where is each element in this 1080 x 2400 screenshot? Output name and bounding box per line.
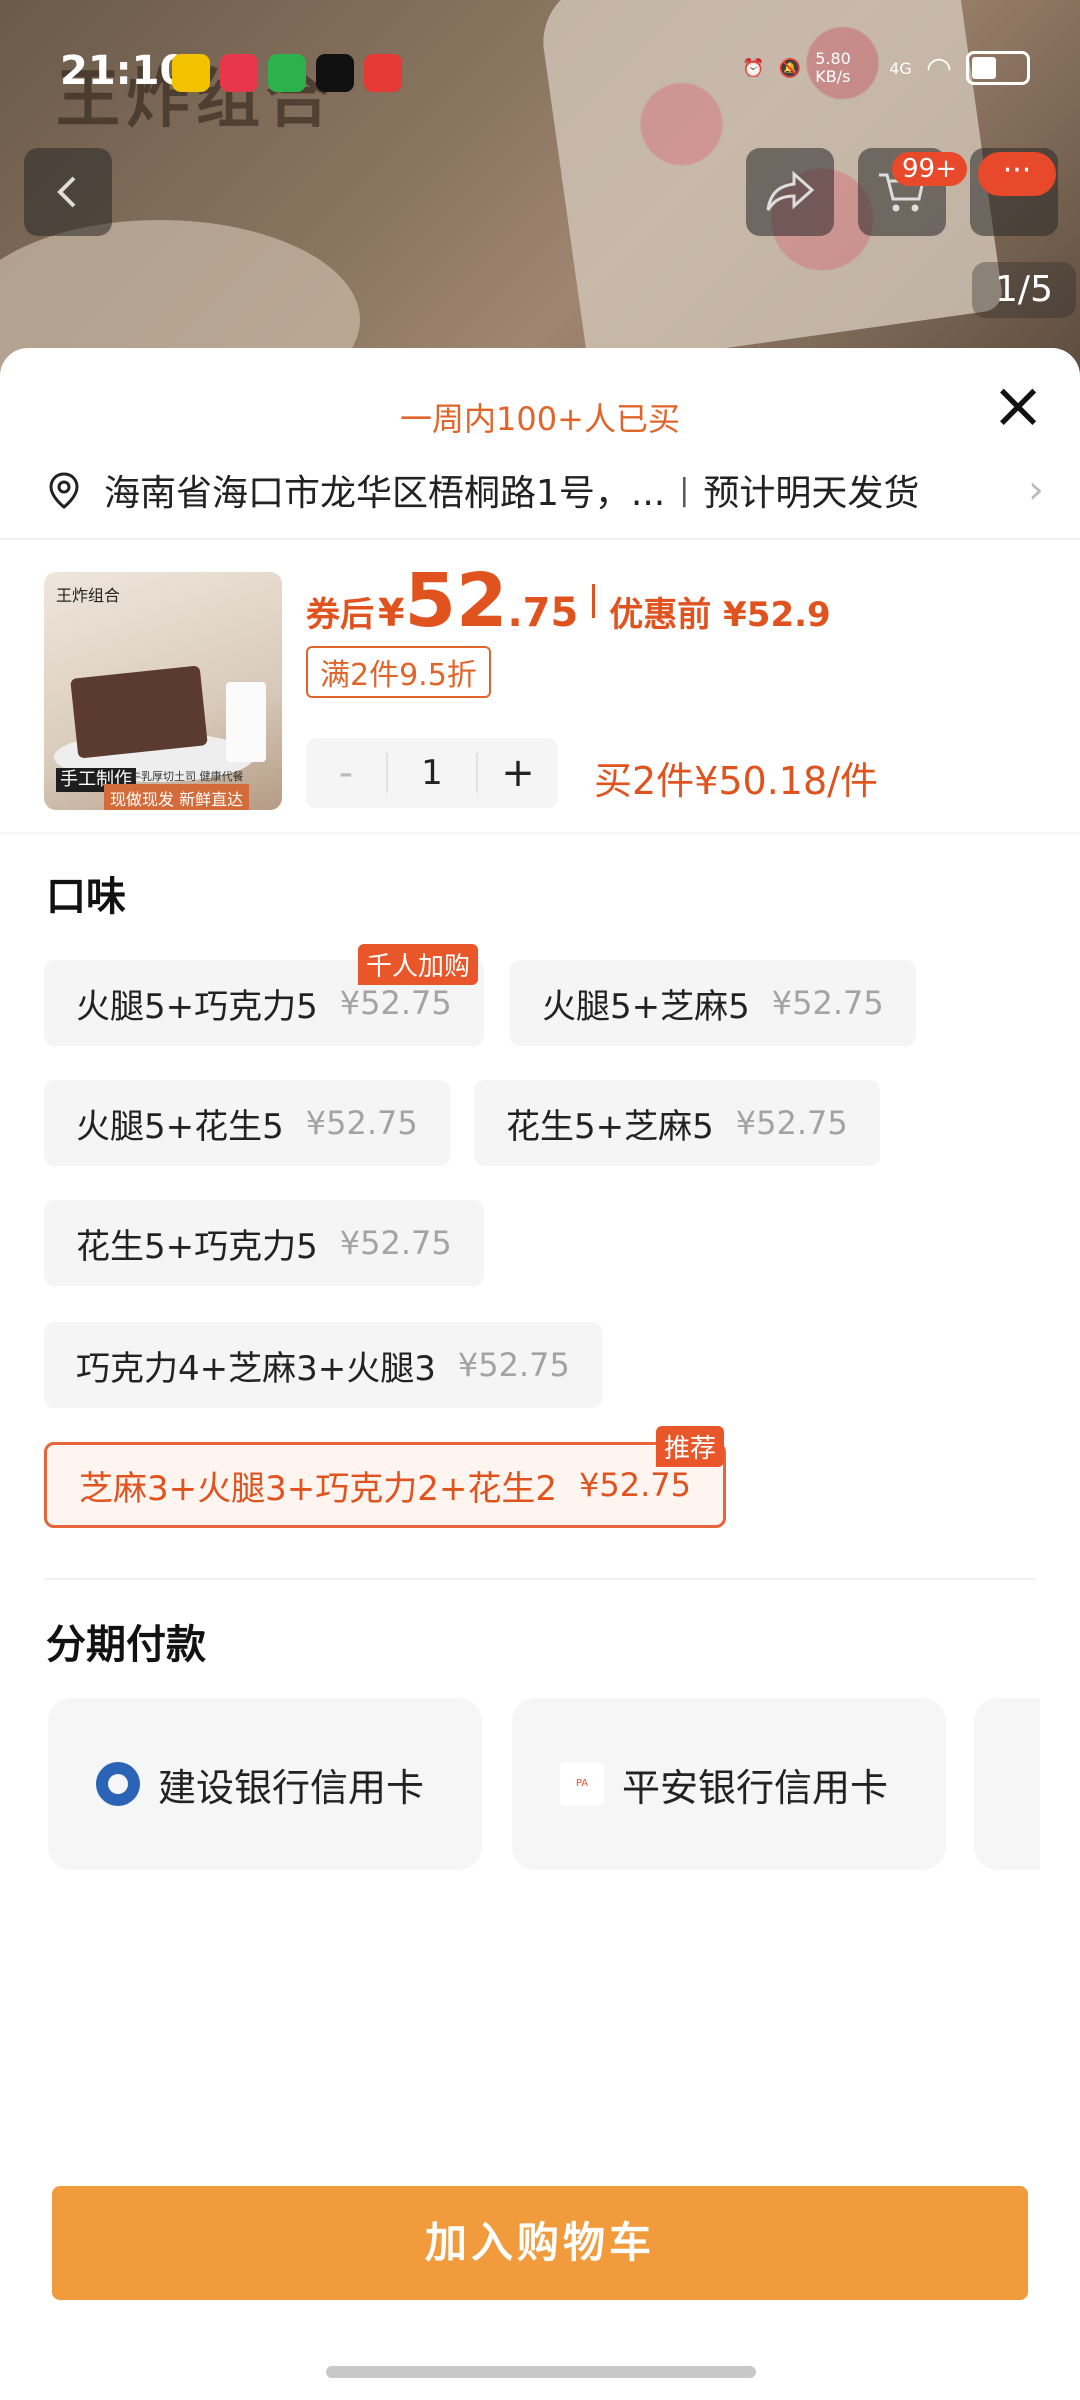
flavor-price: ¥52.75 [771, 984, 884, 1022]
image-page-indicator: 1/5 [972, 262, 1076, 318]
address-text: 海南省海口市龙华区梧桐路1号，... [104, 473, 666, 514]
pingan-logo-icon: PA [560, 1762, 604, 1806]
flavor-price: ¥52.75 [339, 984, 452, 1022]
purchase-count-text: 一周内100+人已买 [400, 400, 680, 438]
popular-tag: 千人加购 [358, 944, 479, 985]
flavor-price: ¥52.75 [339, 1224, 452, 1262]
milk-glass-shape [226, 682, 266, 762]
flavor-price: ¥52.75 [305, 1104, 418, 1142]
add-to-cart-button[interactable]: 加入购物车 [52, 2186, 1028, 2300]
flavor-price: ¥52.75 [579, 1466, 691, 1504]
close-icon[interactable]: × [988, 374, 1048, 438]
flavor-price: ¥52.75 [735, 1104, 848, 1142]
cart-count-badge: 99+ [892, 152, 967, 186]
increase-button[interactable]: + [478, 750, 558, 796]
thumbnail-subtitle: 牛乳厚切土司 健康代餐 [130, 770, 244, 783]
delivery-estimate: 预计明天发货 [703, 473, 920, 514]
thumbnail-fresh: 现做现发 新鲜直达 [104, 784, 250, 810]
before-discount-price: 优惠前 ¥52.9 [609, 595, 831, 635]
ccb-logo-icon [96, 1762, 140, 1806]
bank-option-pingan[interactable]: PA 平安银行信用卡 [512, 1698, 946, 1870]
status-bar: 21:10 ⏰ 🔕 5.80 KB/s 4G ◠ [0, 0, 1080, 140]
mute-icon: 🔕 [778, 57, 802, 79]
after-coupon-label: 券后 [306, 595, 374, 635]
status-time: 21:10 [60, 48, 188, 94]
chevron-left-icon [57, 176, 76, 208]
price-integer: 52 [404, 558, 508, 644]
flavor-option[interactable]: 火腿5+芝麻5 ¥52.75 [510, 960, 916, 1046]
flavor-name: 火腿5+芝麻5 [542, 986, 750, 1027]
flavor-price: ¥52.75 [457, 1346, 570, 1384]
recommend-tag: 推荐 [656, 1426, 725, 1467]
flavor-option[interactable]: 花生5+巧克力5 ¥52.75 [44, 1200, 484, 1286]
battery-icon [966, 51, 1030, 85]
flavor-name: 火腿5+巧克力5 [76, 986, 318, 1027]
divider [0, 832, 1080, 834]
location-pin-icon [49, 472, 79, 509]
flavor-name: 芝麻3+火腿3+巧克力2+花生2 [79, 1468, 557, 1509]
wechat-icon [268, 54, 306, 92]
divider [44, 1578, 1036, 1580]
notification-icons [172, 54, 402, 92]
quantity-stepper: - 1 + [306, 738, 558, 808]
flavor-name: 花生5+芝麻5 [506, 1106, 714, 1147]
bank-option-ccb[interactable]: 建设银行信用卡 [48, 1698, 482, 1870]
divider [0, 538, 1080, 540]
price-separator [592, 584, 596, 618]
promo-badge: 满2件9.5折 [306, 646, 491, 698]
flavor-name: 火腿5+花生5 [76, 1106, 284, 1147]
back-button[interactable] [24, 148, 112, 236]
notification-app-icon [172, 54, 210, 92]
quantity-value[interactable]: 1 [386, 753, 478, 793]
chevron-right-icon: › [1028, 467, 1044, 513]
delivery-address-row[interactable]: 海南省海口市龙华区梧桐路1号，... | 预计明天发货 › [44, 460, 1044, 520]
flavor-option-selected[interactable]: 芝麻3+火腿3+巧克力2+花生2 ¥52.75 [44, 1442, 726, 1528]
alarm-icon: ⏰ [742, 57, 765, 79]
price-row: 券后 ¥ 52 .75 优惠前 ¥52.9 [306, 558, 831, 644]
product-thumbnail[interactable]: 王炸组合 手工制作 牛乳厚切土司 健康代餐 现做现发 新鲜直达 [44, 572, 282, 810]
share-icon [766, 170, 815, 211]
flavor-option[interactable]: 花生5+芝麻5 ¥52.75 [474, 1080, 880, 1166]
sku-selector-sheet: 一周内100+人已买 × 海南省海口市龙华区梧桐路1号，... | 预计明天发货… [0, 348, 1080, 2400]
flavor-name: 巧克力4+芝麻3+火腿3 [76, 1348, 436, 1389]
net-speed: 5.80 KB/s [815, 49, 851, 86]
status-right: ⏰ 🔕 5.80 KB/s 4G ◠ [742, 50, 1030, 86]
capcut-icon [316, 54, 354, 92]
price-decimal: .75 [507, 590, 579, 636]
xiaohongshu-icon [220, 54, 258, 92]
share-button[interactable] [746, 148, 834, 236]
signal-label: 4G [889, 58, 912, 78]
bank-name: 平安银行信用卡 [622, 1765, 889, 1810]
calendar-app-icon [364, 54, 402, 92]
address-divider: | [679, 472, 690, 508]
home-indicator[interactable] [326, 2366, 756, 2378]
decrease-button[interactable]: - [306, 750, 386, 796]
wifi-icon: ◠ [925, 50, 952, 86]
cake-shape [70, 665, 208, 759]
more-icon[interactable]: ··· [978, 152, 1056, 196]
thumbnail-label: 王炸组合 [56, 586, 121, 605]
flavor-option[interactable]: 火腿5+花生5 ¥52.75 [44, 1080, 450, 1166]
bank-name: 建设银行信用卡 [158, 1765, 425, 1810]
flavor-name: 花生5+巧克力5 [76, 1226, 318, 1267]
currency-symbol: ¥ [378, 591, 405, 635]
bank-option-more[interactable] [974, 1698, 1040, 1870]
installment-section-title: 分期付款 [46, 1622, 206, 1668]
bulk-price-text: 买2件¥50.18/件 [594, 759, 878, 803]
flavor-section-title: 口味 [46, 874, 126, 920]
flavor-option[interactable]: 巧克力4+芝麻3+火腿3 ¥52.75 [44, 1322, 602, 1408]
